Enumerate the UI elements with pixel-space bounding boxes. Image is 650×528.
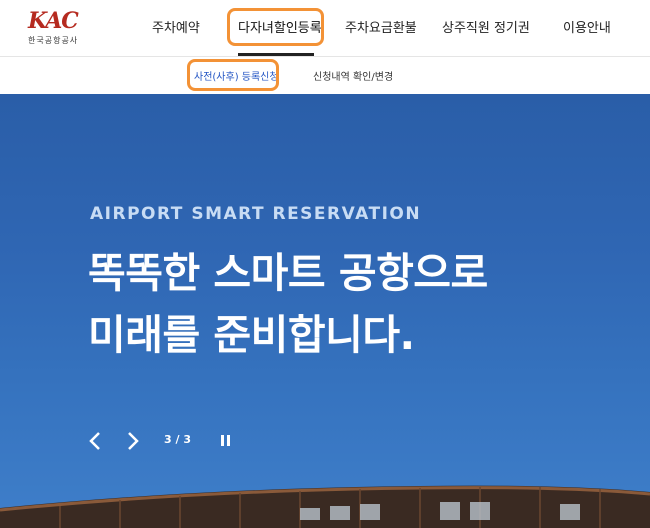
hero-title-line2: 미래를 준비합니다. [88,311,415,359]
nav-item-multichild-discount[interactable]: 다자녀할인등록 [238,17,322,36]
hero-title-line1: 똑똑한 스마트 공항으로 [88,249,488,297]
main-nav: 주차예약 다자녀할인등록 주차요금환불 상주직원 정기권 이용안내 [0,0,650,56]
subnav-item-pre-registration[interactable]: 사전(사후) 등록신청 [194,68,279,83]
subnav-item-check-application[interactable]: 신청내역 확인/변경 [313,68,393,83]
prev-arrow-icon[interactable] [84,429,108,453]
next-arrow-icon[interactable] [120,429,144,453]
nav-item-staff-pass[interactable]: 상주직원 정기권 [442,17,530,36]
hero-eyebrow: AIRPORT SMART RESERVATION [90,204,422,224]
nav-item-parking-reservation[interactable]: 주차예약 [152,17,200,36]
nav-item-usage-guide[interactable]: 이용안내 [563,17,611,36]
hero-title: 똑똑한 스마트 공항으로 미래를 준비합니다. [88,242,488,366]
pause-icon[interactable] [220,435,232,447]
airport-roof-image [0,485,650,528]
slide-counter: 3 / 3 [164,433,191,446]
header: KAC 한국공항공사 주차예약 다자녀할인등록 주차요금환불 상주직원 정기권 … [0,0,650,56]
sub-nav: 사전(사후) 등록신청 신청내역 확인/변경 [0,56,650,94]
hero-banner: AIRPORT SMART RESERVATION 똑똑한 스마트 공항으로 미… [0,94,650,528]
slider-controls: 3 / 3 [0,429,650,453]
nav-item-parking-refund[interactable]: 주차요금환불 [345,17,417,36]
